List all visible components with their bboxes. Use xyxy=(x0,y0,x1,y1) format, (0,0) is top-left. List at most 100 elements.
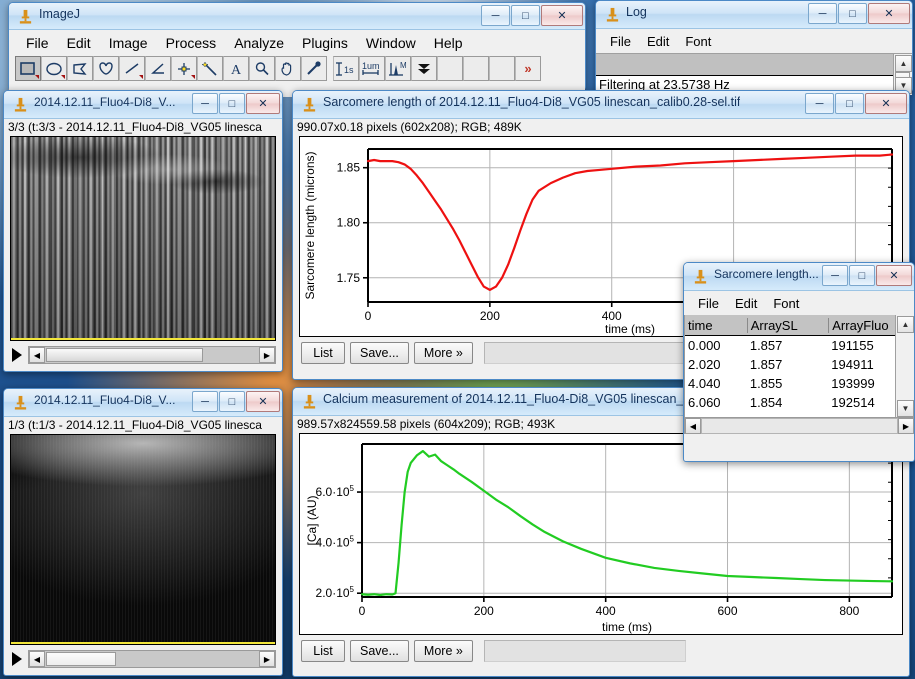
menu-font[interactable]: Font xyxy=(765,294,807,313)
text-tool[interactable]: A xyxy=(223,56,249,81)
stack-slider[interactable]: ◀ ▶ xyxy=(28,650,276,668)
results-table[interactable]: time ArraySL ArrayFluo 0.0001.8571911552… xyxy=(684,315,914,434)
scroll-left-icon[interactable]: ◀ xyxy=(29,347,45,363)
spatial-calibration-tool[interactable]: 1um xyxy=(359,56,385,81)
calcium-plot-buttons[interactable]: List Save... More » xyxy=(293,635,909,666)
imagej-main-window[interactable]: ImageJ ─ □ ✕ File Edit Image Process Ana… xyxy=(8,2,586,90)
results-window-buttons[interactable]: ─ □ ✕ xyxy=(822,265,912,286)
close-button[interactable]: ✕ xyxy=(246,391,280,412)
log-menubar[interactable]: File Edit Font xyxy=(596,29,912,53)
empty-tool-2[interactable] xyxy=(463,56,489,81)
menu-window[interactable]: Window xyxy=(357,33,425,53)
table-row[interactable]: 4.0401.855193999 xyxy=(685,374,914,393)
menu-edit[interactable]: Edit xyxy=(639,32,677,51)
wand-tool[interactable] xyxy=(197,56,223,81)
dropper-tool[interactable] xyxy=(301,56,327,81)
results-titlebar[interactable]: Sarcomere length... ─ □ ✕ xyxy=(684,263,914,291)
scroll-right-icon[interactable]: ▶ xyxy=(898,418,914,434)
time-calibration-tool[interactable]: 1s xyxy=(333,56,359,81)
maximize-button[interactable]: □ xyxy=(835,93,864,114)
minimize-button[interactable]: ─ xyxy=(481,5,510,26)
hand-tool[interactable] xyxy=(275,56,301,81)
log-titlebar[interactable]: Log ─ □ ✕ xyxy=(596,1,912,29)
close-button[interactable]: ✕ xyxy=(541,5,583,26)
empty-tool-1[interactable] xyxy=(437,56,463,81)
log-window-buttons[interactable]: ─ □ ✕ xyxy=(808,3,910,24)
more-button[interactable]: More » xyxy=(414,640,473,662)
close-button[interactable]: ✕ xyxy=(246,93,280,114)
maximize-button[interactable]: □ xyxy=(849,265,875,286)
oval-tool[interactable] xyxy=(41,56,67,81)
sarcomere-plot-titlebar[interactable]: Sarcomere length of 2014.12.11_Fluo4-Di8… xyxy=(293,91,909,119)
close-button[interactable]: ✕ xyxy=(865,93,907,114)
close-button[interactable]: ✕ xyxy=(868,3,910,24)
minimize-button[interactable]: ─ xyxy=(805,93,834,114)
menu-font[interactable]: Font xyxy=(677,32,719,51)
imagej-window-buttons[interactable]: ─ □ ✕ xyxy=(481,5,583,26)
stack-tool[interactable] xyxy=(411,56,437,81)
table-row[interactable]: 2.0201.857194911 xyxy=(685,355,914,374)
log-vertical-scrollbar[interactable]: ▲ ▼ xyxy=(893,54,912,95)
peak-measure-tool[interactable]: M xyxy=(385,56,411,81)
more-button[interactable]: More » xyxy=(414,342,473,364)
linescan-top-stack-controls[interactable]: ◀ ▶ xyxy=(4,341,282,367)
magnifier-tool[interactable] xyxy=(249,56,275,81)
minimize-button[interactable]: ─ xyxy=(192,391,218,412)
menu-image[interactable]: Image xyxy=(100,33,157,53)
calcium-plot-canvas[interactable]: 02004006008002.0·1054.0·1056.0·105time (… xyxy=(299,433,903,635)
results-vertical-scrollbar[interactable]: ▲ ▼ xyxy=(895,315,914,418)
imagej-toolbar[interactable]: A 1s 1um M » xyxy=(9,55,585,84)
sarcomere-plot-window-buttons[interactable]: ─ □ ✕ xyxy=(805,93,907,114)
scroll-right-icon[interactable]: ▶ xyxy=(259,347,275,363)
linescan-image-window-top[interactable]: 2014.12.11_Fluo4-Di8_V... ─ □ ✕ 3/3 (t:3… xyxy=(3,90,283,372)
save-button[interactable]: Save... xyxy=(350,342,409,364)
menu-file[interactable]: File xyxy=(17,33,58,53)
slider-thumb[interactable] xyxy=(46,348,203,362)
linescan-image-window-bottom[interactable]: 2014.12.11_Fluo4-Di8_V... ─ □ ✕ 1/3 (t:1… xyxy=(3,388,283,676)
linescan-top-canvas[interactable] xyxy=(10,136,276,341)
results-table-window[interactable]: Sarcomere length... ─ □ ✕ File Edit Font… xyxy=(683,262,915,462)
play-icon[interactable] xyxy=(12,652,22,666)
scroll-up-icon[interactable]: ▲ xyxy=(897,316,914,333)
scroll-right-icon[interactable]: ▶ xyxy=(259,651,275,667)
point-tool[interactable] xyxy=(171,56,197,81)
rectangle-tool[interactable] xyxy=(15,56,41,81)
minimize-button[interactable]: ─ xyxy=(192,93,218,114)
linescan-bottom-titlebar[interactable]: 2014.12.11_Fluo4-Di8_V... ─ □ ✕ xyxy=(4,389,282,417)
table-row[interactable]: 6.0601.854192514 xyxy=(685,393,914,412)
empty-tool-3[interactable] xyxy=(489,56,515,81)
more-tools[interactable]: » xyxy=(515,56,541,81)
stack-slider[interactable]: ◀ ▶ xyxy=(28,346,276,364)
scroll-left-icon[interactable]: ◀ xyxy=(685,418,701,434)
log-text-area[interactable]: Filtering at 23.5738 Hz ▲ ▼ xyxy=(596,53,912,95)
minimize-button[interactable]: ─ xyxy=(822,265,848,286)
linescan-bottom-window-buttons[interactable]: ─ □ ✕ xyxy=(192,391,280,412)
linescan-bottom-canvas[interactable] xyxy=(10,434,276,645)
menu-plugins[interactable]: Plugins xyxy=(293,33,357,53)
results-horizontal-scrollbar[interactable]: ◀ ▶ xyxy=(685,417,914,434)
menu-file[interactable]: File xyxy=(602,32,639,51)
play-icon[interactable] xyxy=(12,348,22,362)
scroll-up-icon[interactable]: ▲ xyxy=(895,55,912,72)
linescan-top-titlebar[interactable]: 2014.12.11_Fluo4-Di8_V... ─ □ ✕ xyxy=(4,91,282,119)
menu-help[interactable]: Help xyxy=(425,33,472,53)
minimize-button[interactable]: ─ xyxy=(808,3,837,24)
menu-edit[interactable]: Edit xyxy=(727,294,765,313)
menu-edit[interactable]: Edit xyxy=(58,33,100,53)
menu-process[interactable]: Process xyxy=(157,33,226,53)
menu-file[interactable]: File xyxy=(690,294,727,313)
maximize-button[interactable]: □ xyxy=(838,3,867,24)
linescan-bottom-stack-controls[interactable]: ◀ ▶ xyxy=(4,645,282,671)
maximize-button[interactable]: □ xyxy=(511,5,540,26)
linescan-top-window-buttons[interactable]: ─ □ ✕ xyxy=(192,93,280,114)
imagej-titlebar[interactable]: ImageJ ─ □ ✕ xyxy=(9,3,585,30)
scroll-left-icon[interactable]: ◀ xyxy=(29,651,45,667)
hscroll-thumb[interactable] xyxy=(701,418,898,434)
polygon-tool[interactable] xyxy=(67,56,93,81)
table-row[interactable]: 0.0001.857191155 xyxy=(685,336,914,355)
maximize-button[interactable]: □ xyxy=(219,391,245,412)
save-button[interactable]: Save... xyxy=(350,640,409,662)
list-button[interactable]: List xyxy=(301,640,345,662)
close-button[interactable]: ✕ xyxy=(876,265,912,286)
column-header-time[interactable]: time xyxy=(685,318,747,333)
